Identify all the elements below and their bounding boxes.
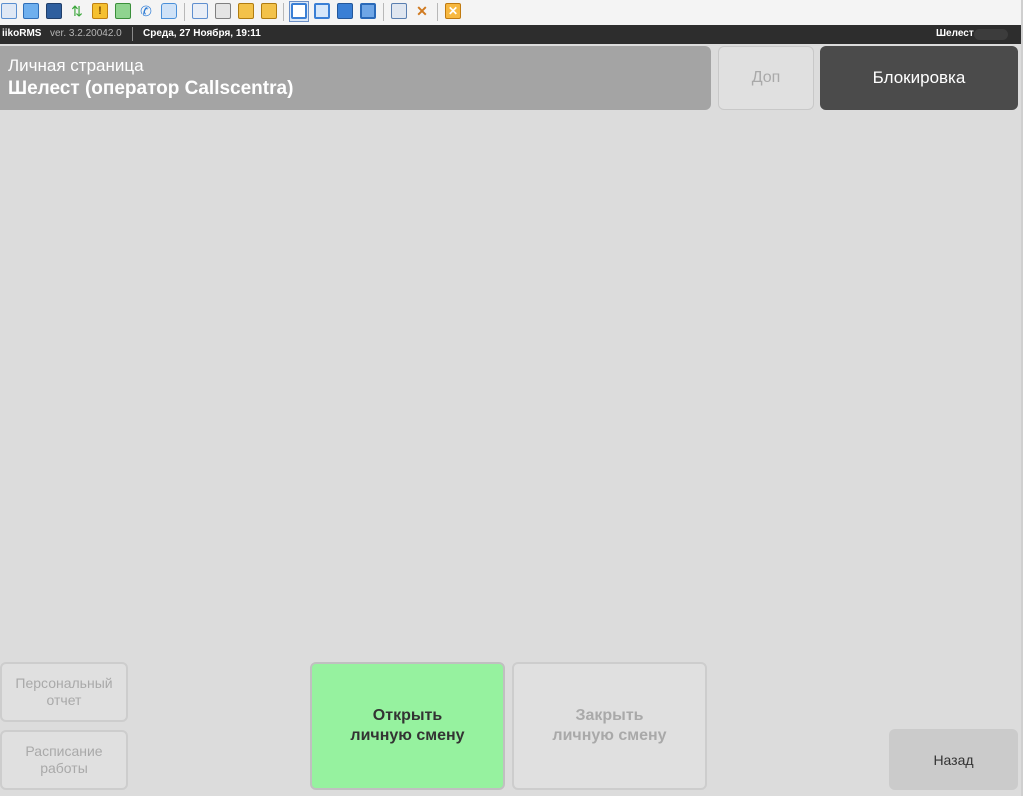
personal-report-button[interactable]: Персональный отчет <box>0 662 128 722</box>
personal-report-label-line1: Персональный <box>15 675 113 691</box>
transfer-icon[interactable] <box>115 3 131 19</box>
square-icon[interactable] <box>337 3 353 19</box>
expand-icon[interactable] <box>360 3 376 19</box>
page-title: Шелест (оператор Callscentra) <box>8 78 294 99</box>
user-toggle[interactable] <box>974 29 1008 40</box>
schedule-label-line1: Расписание <box>25 743 103 759</box>
close-icon[interactable]: ✕ <box>445 3 461 19</box>
sync-arrows-icon[interactable]: ⇅ <box>69 3 85 19</box>
page-header: Личная страница Шелест (оператор Callsce… <box>0 46 711 110</box>
dop-button[interactable]: Доп <box>718 46 814 110</box>
warning-icon[interactable]: ! <box>92 3 108 19</box>
current-datetime: Среда, 27 Ноября, 19:11 <box>143 28 261 39</box>
open-shift-button[interactable]: Открыть личную смену <box>310 662 505 790</box>
open-shift-label-line2: личную смену <box>350 727 465 744</box>
current-user: Шелест <box>936 28 974 39</box>
phone-icon[interactable]: ✆ <box>138 3 154 19</box>
open-shift-label-line1: Открыть <box>372 707 443 724</box>
user-upload-icon[interactable] <box>192 3 208 19</box>
app-version: ver. 3.2.20042.0 <box>50 28 122 39</box>
back-button[interactable]: Назад <box>889 729 1018 790</box>
export-icon[interactable] <box>238 3 254 19</box>
schedule-label-line2: работы <box>40 760 88 776</box>
users-icon[interactable] <box>215 3 231 19</box>
chat-icon[interactable] <box>161 3 177 19</box>
app-name: iikoRMS <box>2 28 42 39</box>
window-icon[interactable] <box>291 3 307 19</box>
status-bar: iikoRMS ver. 3.2.20042.0 Среда, 27 Ноябр… <box>0 25 1023 44</box>
lock-button[interactable]: Блокировка <box>820 46 1018 110</box>
close-shift-label-line1: Закрыть <box>575 707 644 724</box>
schedule-button[interactable]: Расписание работы <box>0 730 128 790</box>
monitor-icon[interactable] <box>23 3 39 19</box>
toolbar: ⇅ ! ✆ ✕ ✕ <box>0 0 1023 26</box>
calculator-icon[interactable] <box>1 3 17 19</box>
console-icon[interactable] <box>46 3 62 19</box>
windows-icon[interactable] <box>391 3 407 19</box>
tools-icon[interactable]: ✕ <box>414 3 430 19</box>
personal-report-label-line2: отчет <box>46 692 82 708</box>
close-shift-label-line2: личную смену <box>552 727 667 744</box>
close-shift-button[interactable]: Закрыть личную смену <box>512 662 707 790</box>
import-icon[interactable] <box>261 3 277 19</box>
status-divider <box>132 27 133 41</box>
page-subtitle: Личная страница <box>8 56 144 75</box>
fullscreen-icon[interactable] <box>314 3 330 19</box>
